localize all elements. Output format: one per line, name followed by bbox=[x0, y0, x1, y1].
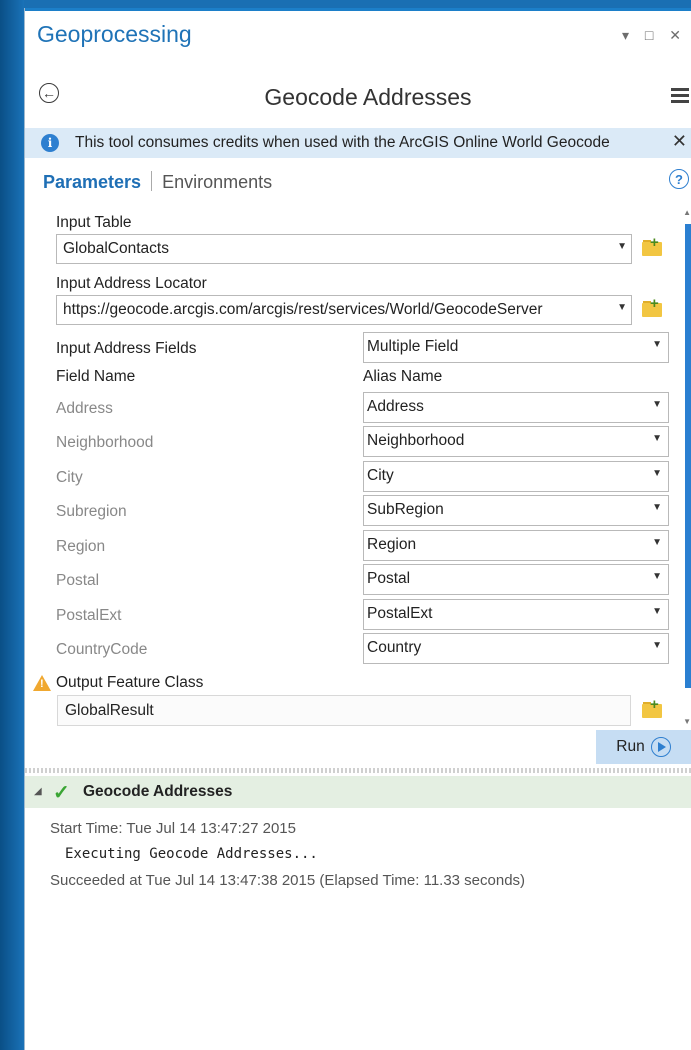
chevron-down-icon: ▼ bbox=[652, 502, 662, 513]
address-locator-value: https://geocode.arcgis.com/arcgis/rest/s… bbox=[63, 301, 543, 318]
window-controls[interactable]: ▾ □ ✕ bbox=[622, 27, 687, 44]
alias-dropdown-address[interactable]: Address ▼ bbox=[363, 392, 669, 423]
browse-folder-icon[interactable]: + bbox=[642, 296, 664, 317]
alias-value: SubRegion bbox=[367, 501, 444, 518]
tab-bar: Parameters Environments bbox=[43, 171, 272, 193]
chevron-down-icon: ▼ bbox=[652, 571, 662, 582]
address-locator-dropdown[interactable]: https://geocode.arcgis.com/arcgis/rest/s… bbox=[56, 295, 632, 325]
output-feature-class-input[interactable]: GlobalResult bbox=[57, 695, 631, 726]
run-row: Run bbox=[25, 730, 691, 765]
alias-dropdown-neighborhood[interactable]: Neighborhood ▼ bbox=[363, 426, 669, 457]
hamburger-menu-icon[interactable] bbox=[671, 88, 689, 106]
checkmark-icon: ✓ bbox=[53, 782, 70, 804]
pane-title-bar: Geoprocessing ▾ □ ✕ bbox=[25, 11, 691, 59]
field-name-city: City bbox=[56, 469, 83, 486]
input-table-dropdown[interactable]: GlobalContacts ▼ bbox=[56, 234, 632, 264]
info-banner-text: This tool consumes credits when used wit… bbox=[75, 134, 610, 151]
field-name-neighborhood: Neighborhood bbox=[56, 434, 154, 451]
scroll-up-arrow[interactable]: ▲ bbox=[683, 208, 691, 217]
pane-title: Geoprocessing bbox=[37, 21, 192, 47]
alias-value: Neighborhood bbox=[367, 432, 465, 449]
alias-dropdown-postalext[interactable]: PostalExt ▼ bbox=[363, 599, 669, 630]
alias-dropdown-city[interactable]: City ▼ bbox=[363, 461, 669, 492]
info-banner: i This tool consumes credits when used w… bbox=[25, 128, 691, 158]
alias-name-header: Alias Name bbox=[363, 368, 443, 385]
run-button[interactable]: Run bbox=[596, 730, 691, 764]
chevron-down-icon: ▼ bbox=[652, 537, 662, 548]
chevron-down-icon: ▼ bbox=[652, 399, 662, 410]
help-icon[interactable]: ? bbox=[669, 169, 689, 189]
pane-splitter[interactable] bbox=[25, 768, 691, 773]
play-icon bbox=[650, 737, 671, 757]
field-name-address: Address bbox=[56, 400, 113, 417]
geoprocessing-pane: Geoprocessing ▾ □ ✕ ← Geocode Addresses … bbox=[24, 8, 691, 1050]
tool-header: ← Geocode Addresses bbox=[25, 76, 691, 116]
input-table-label: Input Table bbox=[56, 214, 132, 231]
address-fields-label: Input Address Fields bbox=[56, 340, 197, 357]
address-fields-value: Multiple Field bbox=[367, 338, 459, 355]
chevron-down-icon: ▼ bbox=[652, 433, 662, 444]
message-start-time: Start Time: Tue Jul 14 13:47:27 2015 bbox=[50, 820, 296, 837]
info-icon: i bbox=[41, 134, 59, 152]
result-header[interactable]: ◢ ✓ Geocode Addresses bbox=[25, 776, 691, 808]
field-name-header: Field Name bbox=[56, 368, 136, 385]
address-locator-label: Input Address Locator bbox=[56, 275, 207, 292]
alias-value: Country bbox=[367, 639, 422, 656]
address-fields-dropdown[interactable]: Multiple Field ▼ bbox=[363, 332, 669, 363]
chevron-down-icon: ▼ bbox=[617, 241, 627, 252]
chevron-down-icon: ▼ bbox=[652, 640, 662, 651]
collapse-triangle-icon[interactable]: ◢ bbox=[34, 786, 42, 797]
alias-dropdown-postal[interactable]: Postal ▼ bbox=[363, 564, 669, 595]
chevron-down-icon: ▼ bbox=[652, 339, 662, 350]
field-name-region: Region bbox=[56, 538, 106, 555]
scrollbar-thumb[interactable] bbox=[685, 224, 691, 688]
warning-icon-mark: ! bbox=[40, 678, 44, 690]
tool-title: Geocode Addresses bbox=[264, 84, 472, 110]
alias-value: City bbox=[367, 467, 394, 484]
alias-dropdown-countrycode[interactable]: Country ▼ bbox=[363, 633, 669, 664]
chevron-down-icon: ▼ bbox=[617, 302, 627, 313]
input-table-value: GlobalContacts bbox=[63, 240, 169, 257]
field-name-postal: Postal bbox=[56, 572, 100, 589]
run-button-label: Run bbox=[616, 738, 645, 755]
tab-environments[interactable]: Environments bbox=[162, 172, 272, 192]
tab-divider bbox=[151, 171, 153, 191]
close-icon[interactable]: ✕ bbox=[672, 131, 687, 152]
chevron-down-icon: ▼ bbox=[652, 606, 662, 617]
chevron-down-icon: ▼ bbox=[652, 468, 662, 479]
message-succeeded: Succeeded at Tue Jul 14 13:47:38 2015 (E… bbox=[50, 872, 526, 889]
desktop-background bbox=[0, 0, 24, 1050]
alias-value: Region bbox=[367, 536, 417, 553]
alias-value: PostalExt bbox=[367, 605, 433, 622]
alias-value: Postal bbox=[367, 570, 411, 587]
output-feature-class-value: GlobalResult bbox=[65, 702, 154, 719]
alias-value: Address bbox=[367, 398, 424, 415]
result-title: Geocode Addresses bbox=[83, 783, 233, 800]
alias-dropdown-subregion[interactable]: SubRegion ▼ bbox=[363, 495, 669, 526]
tab-parameters[interactable]: Parameters bbox=[43, 172, 141, 192]
scroll-down-arrow[interactable]: ▼ bbox=[683, 717, 691, 726]
message-executing: Executing Geocode Addresses... bbox=[65, 846, 318, 862]
field-name-postalext: PostalExt bbox=[56, 607, 122, 624]
field-name-countrycode: CountryCode bbox=[56, 641, 148, 658]
alias-dropdown-region[interactable]: Region ▼ bbox=[363, 530, 669, 561]
browse-folder-icon[interactable]: + bbox=[642, 235, 664, 256]
browse-folder-icon[interactable]: + bbox=[642, 697, 664, 718]
field-name-subregion: Subregion bbox=[56, 503, 127, 520]
output-feature-class-label: Output Feature Class bbox=[56, 674, 204, 691]
